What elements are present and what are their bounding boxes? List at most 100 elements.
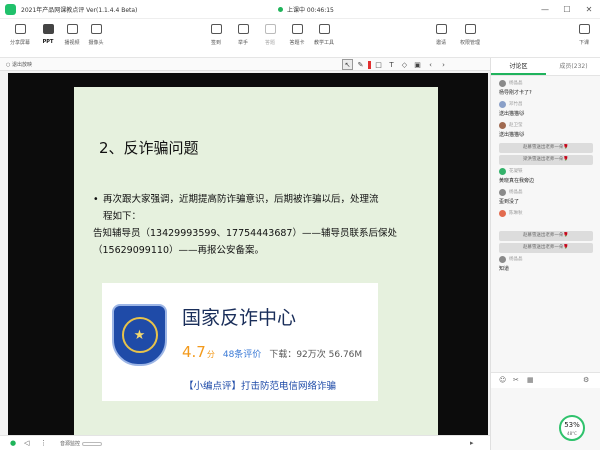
teaching-tools-button[interactable]: 教学工具 xyxy=(310,24,338,46)
banner-rating-row: 4.7 分 48条评价 下载：92万次 56.76M xyxy=(182,343,362,361)
slide-title: 2、反诈骗问题 xyxy=(99,139,199,157)
sender-name: 杨晶晶 xyxy=(509,257,523,262)
slide-canvas: 2、反诈骗问题 • 再次跟大家强调，近期提高防诈骗意识，后期被诈骗以后，处理流 … xyxy=(74,87,438,450)
eraser-icon[interactable]: ◇ xyxy=(399,59,410,70)
settings-icon[interactable]: ⚙ xyxy=(583,376,589,384)
avatar xyxy=(499,189,506,196)
app-window: 2021年产品网课教点评 Ver(1.1.4.4 Beta) 上课中 00:46… xyxy=(0,0,600,450)
window-title: 2021年产品网课教点评 Ver(1.1.4.4 Beta) xyxy=(21,6,138,14)
share-screen-button[interactable]: 分享屏幕 xyxy=(6,24,34,46)
sender-name: 花凝铁 xyxy=(509,169,523,174)
checkin-button[interactable]: 签到 xyxy=(202,24,230,46)
shape-icon[interactable]: □ xyxy=(373,59,384,70)
audio-settings-icon[interactable]: ⋮ xyxy=(40,439,47,447)
message-text: 知道 xyxy=(499,266,510,272)
quiz-icon xyxy=(264,24,276,34)
main-toolbar: 分享屏幕 PPT 播视频 摄像头 签到 举手 答题 答题卡 教学工具 邀请 权限… xyxy=(0,19,600,58)
pen-icon[interactable]: ✎ xyxy=(355,59,366,70)
chat-message: 杨晶晶 歪到没了 xyxy=(491,188,600,208)
gift-notice: 赵慕雪送出老师一朵🌹 xyxy=(499,243,593,253)
quiz-button[interactable]: 答题 xyxy=(256,24,284,46)
hand-icon xyxy=(237,24,249,34)
download-info: 下载：92万次 56.76M xyxy=(269,350,363,360)
badge-emblem-icon: ★ xyxy=(121,317,158,353)
bottom-status-bar: ● ◁ ⋮ 音源监控 ▸ xyxy=(0,435,490,450)
banner-app-name: 国家反诈中心 xyxy=(182,307,297,329)
emoji-icon[interactable]: ☺ xyxy=(499,376,506,384)
image-icon[interactable]: ▦ xyxy=(527,376,534,384)
bullet-line: • 再次跟大家强调，近期提高防诈骗意识，后期被诈骗以后，处理流 xyxy=(93,191,423,208)
collapse-icon[interactable]: ▸ xyxy=(470,439,474,447)
checkin-icon xyxy=(210,24,222,34)
next-page-icon[interactable]: › xyxy=(438,59,449,70)
pen-color-swatch[interactable] xyxy=(368,60,371,69)
sender-name: 杨晶晶 xyxy=(509,81,523,86)
bullet-dot-icon: • xyxy=(93,194,99,205)
gift-notice: 赵慕雪送出老师一朵🌹 xyxy=(499,231,593,241)
exit-slideshow-button[interactable]: 退出放映 xyxy=(6,61,32,68)
bullet-continuation: 程如下： xyxy=(103,211,142,222)
chat-message: 陈琳秋 xyxy=(491,209,600,229)
end-class-button[interactable]: 下课 xyxy=(570,24,598,46)
slide-text-line: （15629099110）——再报公安备案。 xyxy=(93,245,264,256)
permission-icon xyxy=(464,24,476,34)
slide-toolbar: 退出放映 ↖ ✎ □ T ◇ ▣ ‹ › xyxy=(0,58,490,71)
ppt-icon xyxy=(42,24,54,34)
save-icon[interactable]: ▣ xyxy=(412,59,423,70)
avatar xyxy=(499,122,506,129)
message-text: 送出猫猫🐱 xyxy=(499,111,525,117)
class-status: 上课中 00:46:15 xyxy=(278,5,334,14)
cursor-icon[interactable]: ↖ xyxy=(342,59,353,70)
microphone-icon[interactable]: ● xyxy=(10,439,16,447)
avatar xyxy=(499,101,506,108)
invite-button[interactable]: 邀请 xyxy=(427,24,455,46)
answer-card-button[interactable]: 答题卡 xyxy=(283,24,311,46)
chat-message: 赵卫莹 送出猫猫🐱 xyxy=(491,121,600,141)
class-timer: 上课中 00:46:15 xyxy=(287,7,334,14)
avatar xyxy=(499,168,506,175)
chat-input-bar: ☺ ✂ ▦ ⚙ xyxy=(491,372,600,388)
audio-level-slider[interactable] xyxy=(82,442,102,446)
cpu-gauge: 53% 48°C xyxy=(559,415,585,441)
prev-page-icon[interactable]: ‹ xyxy=(425,59,436,70)
minimize-icon[interactable]: — xyxy=(538,3,552,15)
speaker-icon[interactable]: ◁ xyxy=(24,439,29,447)
teaching-tools-icon xyxy=(318,24,330,34)
chat-message: 杨晶晶 知道 xyxy=(491,255,600,275)
chat-message: 杨晶晶 杨导刚才卡了? xyxy=(491,79,600,99)
scissors-icon[interactable]: ✂ xyxy=(513,376,519,384)
live-dot-icon xyxy=(278,7,283,12)
camera-button[interactable]: 摄像头 xyxy=(82,24,110,46)
slide-viewport: 2、反诈骗问题 • 再次跟大家强调，近期提高防诈骗意识，后期被诈骗以后，处理流 … xyxy=(8,73,488,450)
tab-discussion[interactable]: 讨论区 xyxy=(491,58,546,75)
video-play-icon xyxy=(66,24,78,34)
avatar xyxy=(499,80,506,87)
editor-review-line: 【小编点评】打击防范电信网络诈骗 xyxy=(184,381,337,392)
window-controls: — ☐ ✕ xyxy=(530,3,596,15)
gift-notice: 梁洪雪送出老师一朵🌹 xyxy=(499,155,593,165)
message-text: 黄晓真在我旁边 xyxy=(499,178,535,184)
chat-message: 邓竹昌 送出猫猫🐱 xyxy=(491,100,600,120)
tab-members[interactable]: 成员(232) xyxy=(546,58,600,75)
answer-card-icon xyxy=(291,24,303,34)
panel-tabs: 讨论区 成员(232) xyxy=(491,58,600,76)
shield-logo-icon: ★ xyxy=(112,304,167,366)
review-count: 48条评价 xyxy=(222,350,262,360)
text-icon[interactable]: T xyxy=(386,59,397,70)
raise-hand-button[interactable]: 举手 xyxy=(229,24,257,46)
gift-notice: 赵慕雪送出老师一朵🌹 xyxy=(499,143,593,153)
chat-message: 花凝铁 黄晓真在我旁边 xyxy=(491,167,600,187)
discussion-panel: 讨论区 成员(232) 杨晶晶 杨导刚才卡了? 邓竹昌 送出猫猫🐱 赵卫莹 送出… xyxy=(490,58,600,450)
message-text: 歪到没了 xyxy=(499,199,520,205)
avatar xyxy=(499,256,506,263)
sender-name: 陈琳秋 xyxy=(509,211,523,216)
title-bar: 2021年产品网课教点评 Ver(1.1.4.4 Beta) 上课中 00:46… xyxy=(0,0,600,19)
invite-icon xyxy=(435,24,447,34)
monitor-icon xyxy=(14,24,26,34)
app-banner-image: ★ 国家反诈中心 4.7 分 48条评价 下载：92万次 56.76M 【小编点… xyxy=(102,283,378,401)
permission-button[interactable]: 权限管理 xyxy=(456,24,484,46)
annotation-tools: ↖ ✎ □ T ◇ ▣ ‹ › xyxy=(342,59,451,70)
message-text: 送出猫猫🐱 xyxy=(499,132,525,138)
maximize-icon[interactable]: ☐ xyxy=(560,3,574,15)
close-icon[interactable]: ✕ xyxy=(582,3,596,15)
